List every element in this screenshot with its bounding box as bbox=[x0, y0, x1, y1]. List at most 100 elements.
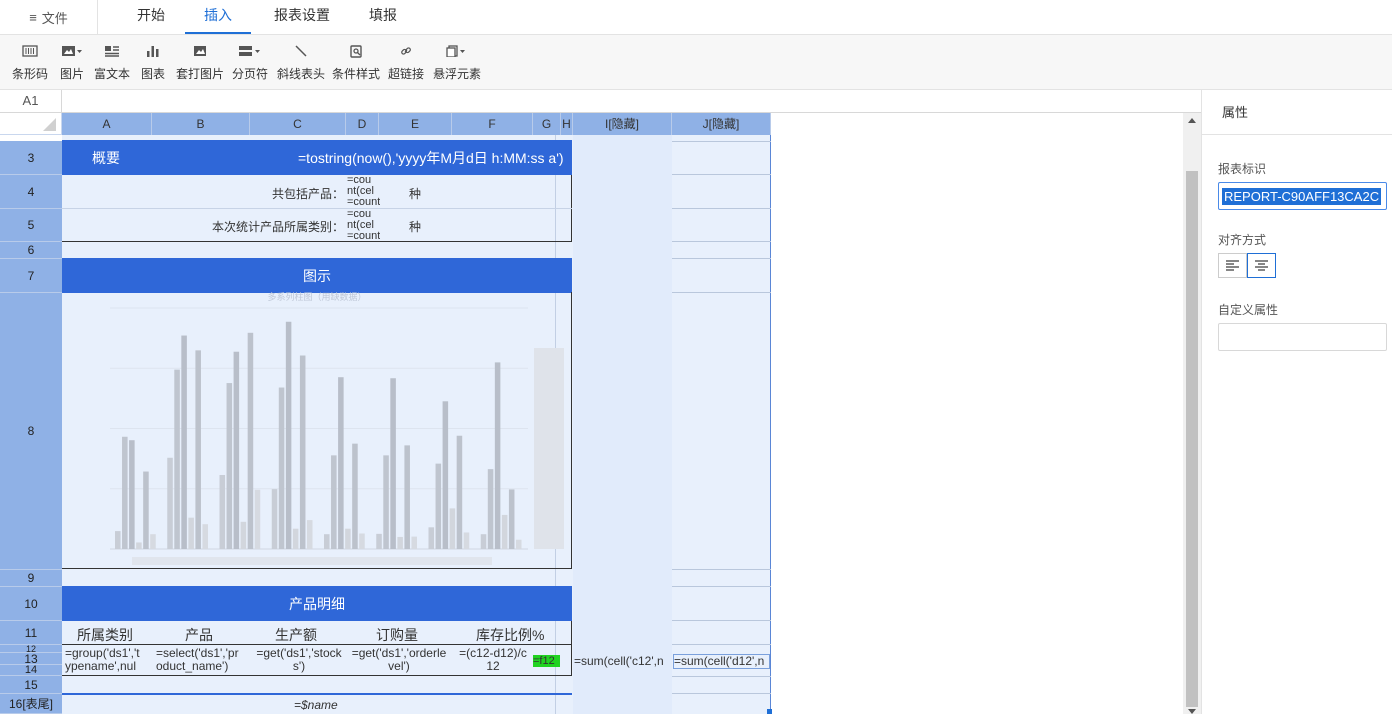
chart-bar bbox=[359, 533, 365, 549]
align-left-button[interactable] bbox=[1218, 253, 1247, 278]
row-header-10[interactable]: 10 bbox=[0, 587, 62, 621]
rich-text-icon bbox=[104, 41, 120, 61]
hamburger-icon: ≡ bbox=[29, 9, 37, 25]
formula-input[interactable] bbox=[63, 90, 1201, 112]
vertical-scrollbar[interactable] bbox=[1183, 113, 1201, 714]
chart-bar bbox=[383, 455, 389, 549]
chart-bar bbox=[292, 528, 299, 549]
row-header-6[interactable]: 6 bbox=[0, 242, 62, 259]
scroll-down-arrow-icon[interactable] bbox=[1188, 709, 1196, 714]
tab-insert[interactable]: 插入 bbox=[185, 0, 251, 34]
row-header-16-footer[interactable]: 16[表尾] bbox=[0, 694, 62, 714]
header-stock-ratio[interactable]: 库存比例% bbox=[476, 625, 544, 645]
tab-start[interactable]: 开始 bbox=[127, 0, 175, 34]
chart-bar bbox=[480, 534, 487, 549]
hyperlink-button[interactable]: 超链接 bbox=[387, 41, 425, 85]
row-header-7[interactable]: 7 bbox=[0, 259, 62, 293]
chart-bar bbox=[299, 355, 306, 549]
chart-bar bbox=[345, 528, 351, 549]
stock-formula-cell[interactable]: =get('ds1','stock s') bbox=[251, 647, 347, 673]
file-menu-label: 文件 bbox=[41, 10, 68, 26]
detail-band[interactable]: 产品明细 bbox=[62, 586, 572, 621]
row-header-4[interactable]: 4 bbox=[0, 175, 62, 209]
sum-formula-cell-i[interactable]: =sum(cell('c12',n bbox=[574, 654, 671, 668]
header-order[interactable]: 订购量 bbox=[376, 625, 418, 645]
row-header-15[interactable]: 15 bbox=[0, 676, 62, 694]
hidden-column-i-area bbox=[573, 135, 672, 714]
tab-fill[interactable]: 填报 bbox=[360, 0, 406, 34]
report-id-label: 报表标识 bbox=[1218, 162, 1267, 176]
group-formula-cell[interactable]: =group('ds1','t ypename',nul bbox=[65, 647, 140, 673]
chart-element[interactable]: 多系列柱图（用缺数据） bbox=[62, 291, 572, 569]
scroll-up-arrow-icon[interactable] bbox=[1188, 118, 1196, 123]
tab-report-settings[interactable]: 报表设置 bbox=[262, 0, 342, 34]
align-label: 对齐方式 bbox=[1218, 233, 1267, 247]
chart-bar bbox=[376, 533, 382, 549]
ratio-formula-cell[interactable]: =(c12-d12)/c 12 bbox=[453, 647, 533, 673]
header-output[interactable]: 生产额 bbox=[275, 625, 317, 645]
column-header-d[interactable]: D bbox=[346, 113, 379, 135]
condition-style-button[interactable]: 条件样式 bbox=[331, 41, 381, 85]
chart-band-title: 图示 bbox=[303, 267, 331, 284]
sum-formula-cell-j[interactable]: =sum(cell('d12',n bbox=[673, 654, 770, 669]
flag-formula-cell[interactable]: =f12 bbox=[533, 655, 560, 667]
row-header-5[interactable]: 5 bbox=[0, 209, 62, 242]
column-header-a[interactable]: A bbox=[62, 113, 152, 135]
file-menu-button[interactable]: ≡ 文件 bbox=[0, 0, 98, 34]
chart-bar bbox=[397, 536, 403, 549]
chart-bar bbox=[240, 521, 247, 549]
column-header-h[interactable]: H bbox=[561, 113, 573, 135]
count-formula-cell-2[interactable]: =count(cel=count(cel bbox=[347, 209, 380, 241]
row-header-8[interactable]: 8 bbox=[0, 293, 62, 570]
chart-bar bbox=[150, 534, 156, 549]
order-formula-cell[interactable]: =get('ds1','orderle vel') bbox=[346, 647, 452, 673]
diagonal-header-button[interactable]: 斜线表头 bbox=[276, 41, 326, 85]
select-formula-cell[interactable]: =select('ds1','pr oduct_name') bbox=[156, 647, 239, 673]
chart-band[interactable]: 图示 bbox=[62, 258, 572, 293]
column-header-e[interactable]: E bbox=[379, 113, 452, 135]
report-id-input[interactable]: REPORT-C90AFF13CA2C bbox=[1218, 182, 1387, 210]
spreadsheet-grid[interactable]: A B C D E F G H I[隐藏] J[隐藏] 3 4 5 6 7 8 … bbox=[0, 113, 1183, 714]
overview-band[interactable]: 概要 =tostring(now(),'yyyy年M月d日 h:MM:ss a'… bbox=[62, 140, 572, 175]
rich-text-button[interactable]: 富文本 bbox=[93, 41, 131, 85]
align-center-button[interactable] bbox=[1247, 253, 1276, 278]
column-header-f[interactable]: F bbox=[452, 113, 533, 135]
select-all-corner[interactable] bbox=[0, 113, 62, 135]
column-header-b[interactable]: B bbox=[152, 113, 250, 135]
barcode-button[interactable]: 条形码 bbox=[10, 41, 50, 85]
float-element-button[interactable]: 悬浮元素 bbox=[432, 41, 482, 85]
chart-bar bbox=[501, 514, 508, 549]
chart-bar bbox=[174, 369, 180, 549]
hidden-column-j-area bbox=[672, 135, 771, 714]
row-header-11[interactable]: 11 bbox=[0, 621, 62, 645]
row-header-9[interactable]: 9 bbox=[0, 570, 62, 587]
column-header-c[interactable]: C bbox=[250, 113, 346, 135]
chart-button[interactable]: 图表 bbox=[139, 41, 167, 85]
chart-bar bbox=[247, 332, 254, 549]
panel-title: 属性 bbox=[1202, 90, 1392, 135]
custom-attr-input[interactable] bbox=[1218, 323, 1387, 351]
row-header-14[interactable]: 14 bbox=[0, 664, 62, 676]
page-break-button[interactable]: 分页符 bbox=[231, 41, 269, 85]
total-products-label: 共包括产品： bbox=[272, 187, 345, 201]
column-header-g[interactable]: G bbox=[533, 113, 561, 135]
chart-bar bbox=[254, 489, 261, 549]
count-formula-cell-1[interactable]: =count(cel=count(cel bbox=[347, 175, 380, 208]
footer-name-formula[interactable]: =$name bbox=[294, 698, 338, 712]
insert-toolbar: 条形码 图片 富文本 图表 套打图片 分页符 斜线表头 条件样式 超链接 悬浮元… bbox=[0, 35, 1392, 90]
resize-handle[interactable] bbox=[767, 709, 772, 714]
print-image-icon bbox=[193, 41, 207, 61]
column-header-i-hidden[interactable]: I[隐藏] bbox=[573, 113, 672, 135]
image-button[interactable]: 图片 bbox=[57, 41, 87, 85]
header-product[interactable]: 产品 bbox=[185, 625, 213, 645]
scrollbar-thumb[interactable] bbox=[1186, 171, 1198, 707]
header-category[interactable]: 所属类别 bbox=[77, 625, 133, 645]
chart-title: 多系列柱图（用缺数据） bbox=[267, 292, 366, 303]
row-header-3[interactable]: 3 bbox=[0, 141, 62, 175]
chart-bar bbox=[202, 524, 208, 549]
chart-bar bbox=[188, 517, 194, 549]
chart-bar bbox=[181, 335, 187, 549]
column-header-j-hidden[interactable]: J[隐藏] bbox=[672, 113, 771, 135]
cell-reference-box[interactable]: A1 bbox=[0, 90, 62, 112]
print-image-button[interactable]: 套打图片 bbox=[175, 41, 225, 85]
